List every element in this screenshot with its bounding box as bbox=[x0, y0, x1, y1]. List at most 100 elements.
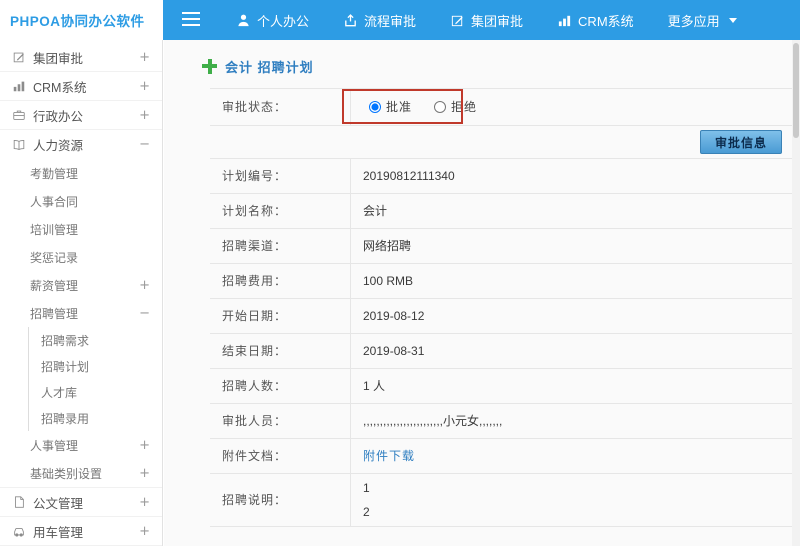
sidebar-item-label: 公文管理 bbox=[33, 496, 84, 511]
sidebar: 集团审批 + CRM系统 + 行政办公 + 人力资源 − 考勤管理 人事合同 培… bbox=[0, 40, 163, 546]
status-label: 审批状态： bbox=[210, 89, 351, 125]
row-label: 附件文档： bbox=[210, 439, 351, 473]
row-value: 1 人 bbox=[363, 379, 386, 393]
sidebar-item-hr[interactable]: 人力资源 − bbox=[0, 130, 162, 159]
edit-square-icon bbox=[12, 50, 26, 64]
main-content: 会计 招聘计划 审批状态： 批准 拒绝 审批信息 计划编号： 201908121… bbox=[164, 40, 800, 546]
table-row-headcount: 招聘人数： 1 人 bbox=[210, 369, 792, 404]
sidebar-item-label: 行政办公 bbox=[33, 109, 84, 124]
collapse-icon[interactable]: − bbox=[139, 306, 150, 321]
sidebar-item-recruit-need[interactable]: 招聘需求 bbox=[29, 327, 162, 353]
row-label: 开始日期： bbox=[210, 299, 351, 333]
sidebar-item-group-approval[interactable]: 集团审批 + bbox=[0, 43, 162, 72]
recruit-plan-detail-table: 审批状态： 批准 拒绝 审批信息 计划编号： 20190812111340 计划… bbox=[210, 88, 792, 527]
nav-process-approval[interactable]: 流程审批 bbox=[326, 0, 433, 40]
nav-crm-system[interactable]: CRM系统 bbox=[540, 0, 651, 40]
expand-icon[interactable]: + bbox=[139, 108, 150, 123]
edit-square-icon bbox=[450, 13, 465, 28]
sidebar-item-training[interactable]: 培训管理 bbox=[0, 215, 162, 243]
sidebar-item-recruit-mgmt[interactable]: 招聘管理 − bbox=[0, 299, 162, 327]
row-label: 招聘费用： bbox=[210, 264, 351, 298]
row-label: 计划编号： bbox=[210, 159, 351, 193]
radio-reject-label: 拒绝 bbox=[451, 100, 478, 114]
sidebar-item-attendance[interactable]: 考勤管理 bbox=[0, 159, 162, 187]
menu-toggle-button[interactable] bbox=[163, 0, 219, 40]
collapse-icon[interactable]: − bbox=[139, 137, 150, 152]
nav-personal-office[interactable]: 个人办公 bbox=[219, 0, 326, 40]
sidebar-item-vehicle[interactable]: 用车管理 + bbox=[0, 517, 162, 546]
expand-icon[interactable]: + bbox=[139, 495, 150, 510]
sidebar-item-documents[interactable]: 公文管理 + bbox=[0, 488, 162, 517]
nav-label: 更多应用 bbox=[667, 13, 720, 29]
recruit-submenu: 招聘需求 招聘计划 人才库 招聘录用 bbox=[28, 327, 162, 431]
approval-info-button[interactable]: 审批信息 bbox=[699, 130, 782, 154]
row-value: ,,,,,,,,,,,,,,,,,,,,,,,,小元女,,,,,,, bbox=[363, 414, 503, 428]
row-label: 审批人员： bbox=[210, 404, 351, 438]
table-row-cost: 招聘费用： 100 RMB bbox=[210, 264, 792, 299]
nav-label: 个人办公 bbox=[257, 13, 310, 29]
expand-icon[interactable]: + bbox=[139, 438, 150, 453]
table-row-plan-name: 计划名称： 会计 bbox=[210, 194, 792, 229]
radio-approve-input[interactable] bbox=[369, 101, 381, 113]
add-icon bbox=[202, 58, 217, 74]
vertical-scrollbar[interactable] bbox=[792, 40, 800, 546]
sidebar-item-label: CRM系统 bbox=[33, 80, 87, 95]
radio-approve[interactable]: 批准 bbox=[369, 100, 412, 114]
expand-icon[interactable]: + bbox=[139, 524, 150, 539]
expand-icon[interactable]: + bbox=[139, 79, 150, 94]
expand-icon[interactable]: + bbox=[139, 466, 150, 481]
sidebar-item-hr-contract[interactable]: 人事合同 bbox=[0, 187, 162, 215]
page-header: 会计 招聘计划 bbox=[164, 40, 800, 76]
table-row-approvers: 审批人员： ,,,,,,,,,,,,,,,,,,,,,,,,小元女,,,,,,, bbox=[210, 404, 792, 439]
nav-group-approval[interactable]: 集团审批 bbox=[433, 0, 540, 40]
row-label: 结束日期： bbox=[210, 334, 351, 368]
sidebar-item-recruit-plan[interactable]: 招聘计划 bbox=[29, 353, 162, 379]
expand-icon[interactable]: + bbox=[139, 50, 150, 65]
sidebar-item-salary[interactable]: 薪资管理 + bbox=[0, 271, 162, 299]
table-row-end-date: 结束日期： 2019-08-31 bbox=[210, 334, 792, 369]
top-nav-area: 个人办公 流程审批 集团审批 CRM系统 更多应用 bbox=[163, 0, 754, 40]
table-row-plan-no: 计划编号： 20190812111340 bbox=[210, 159, 792, 194]
row-value: 20190812111340 bbox=[363, 169, 455, 183]
sidebar-item-personnel-mgmt[interactable]: 人事管理 + bbox=[0, 431, 162, 459]
table-row-description: 招聘说明： 1 2 bbox=[210, 474, 792, 527]
table-row-start-date: 开始日期： 2019-08-12 bbox=[210, 299, 792, 334]
row-value: 2019-08-12 bbox=[363, 309, 425, 323]
description-line: 2 bbox=[363, 505, 370, 519]
expand-icon[interactable]: + bbox=[139, 278, 150, 293]
row-label: 招聘渠道： bbox=[210, 229, 351, 263]
row-label: 计划名称： bbox=[210, 194, 351, 228]
app-window: PHPOA协同办公软件 个人办公 流程审批 集团审批 CRM系统 更多应用 集团… bbox=[0, 0, 800, 546]
sidebar-item-crm[interactable]: CRM系统 + bbox=[0, 72, 162, 101]
bar-chart-icon bbox=[12, 79, 26, 93]
sidebar-item-label: 集团审批 bbox=[33, 51, 84, 66]
radio-reject[interactable]: 拒绝 bbox=[434, 100, 477, 114]
nav-more-apps[interactable]: 更多应用 bbox=[651, 0, 754, 40]
description-line: 1 bbox=[363, 481, 370, 495]
sidebar-item-admin-office[interactable]: 行政办公 + bbox=[0, 101, 162, 130]
button-row: 审批信息 bbox=[210, 126, 792, 159]
car-icon bbox=[12, 524, 26, 538]
book-icon bbox=[12, 138, 26, 152]
radio-approve-label: 批准 bbox=[386, 100, 413, 114]
status-options: 批准 拒绝 bbox=[351, 89, 792, 125]
attachment-download-link[interactable]: 附件下载 bbox=[363, 449, 415, 463]
scrollbar-thumb[interactable] bbox=[793, 43, 799, 138]
top-navigation: 个人办公 流程审批 集团审批 CRM系统 更多应用 bbox=[219, 0, 754, 40]
row-value: 会计 bbox=[363, 204, 388, 218]
row-label: 招聘说明： bbox=[210, 474, 351, 526]
radio-reject-input[interactable] bbox=[434, 101, 447, 113]
row-value: 100 RMB bbox=[363, 274, 414, 288]
sidebar-item-recruit-hire[interactable]: 招聘录用 bbox=[29, 405, 162, 431]
row-value: 附件下载 bbox=[351, 439, 792, 473]
caret-down-icon bbox=[728, 17, 737, 23]
page-title: 会计 招聘计划 bbox=[225, 59, 314, 75]
sidebar-item-talent-pool[interactable]: 人才库 bbox=[29, 379, 162, 405]
sidebar-item-label: 人力资源 bbox=[33, 139, 84, 153]
row-label: 招聘人数： bbox=[210, 369, 351, 403]
status-row: 审批状态： 批准 拒绝 bbox=[210, 89, 792, 126]
sidebar-item-rewards[interactable]: 奖惩记录 bbox=[0, 243, 162, 271]
briefcase-icon bbox=[12, 108, 26, 122]
sidebar-item-base-category[interactable]: 基础类别设置 + bbox=[0, 459, 162, 487]
table-row-attachment: 附件文档： 附件下载 bbox=[210, 439, 792, 474]
